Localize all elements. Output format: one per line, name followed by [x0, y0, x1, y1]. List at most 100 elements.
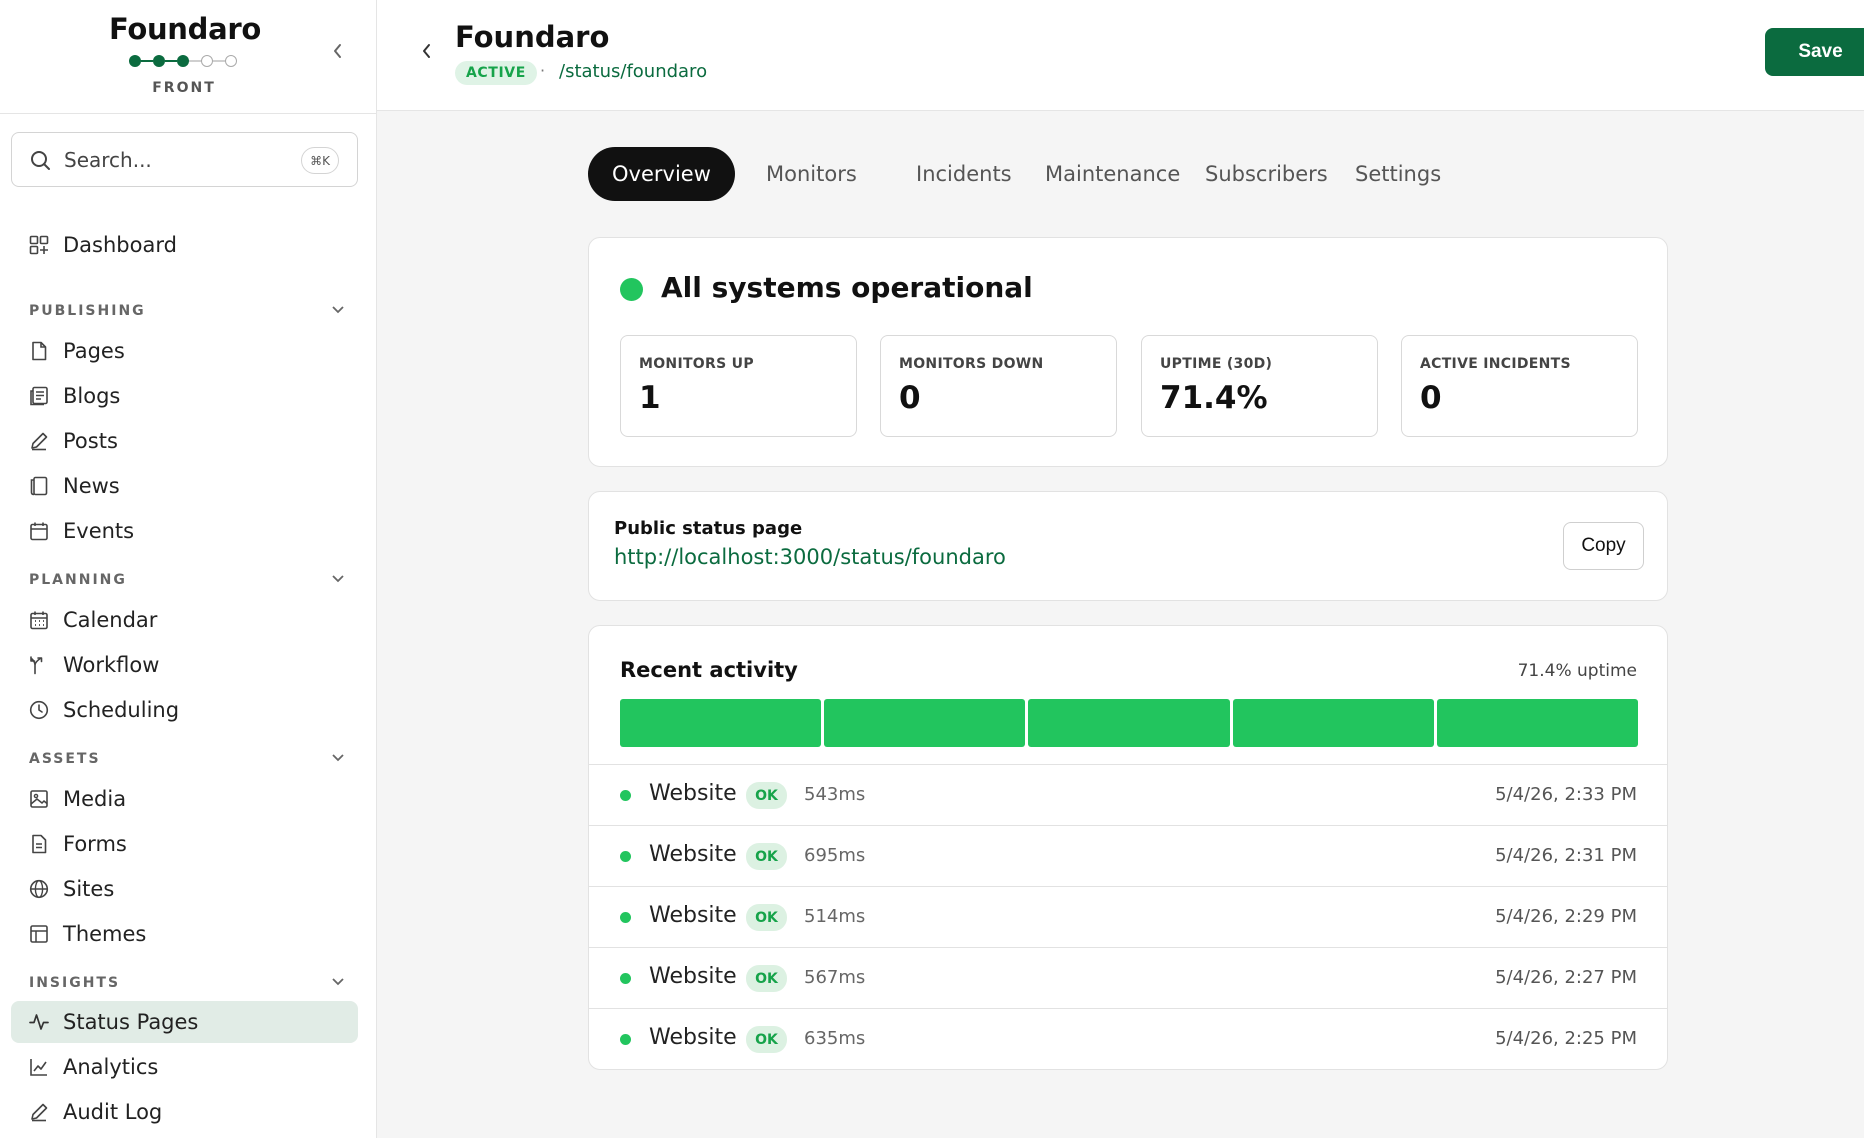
- chevron-down-icon: [332, 978, 344, 986]
- progress-dot: [177, 55, 189, 67]
- tab-monitors[interactable]: Monitors: [742, 147, 881, 201]
- page-title: Foundaro: [455, 20, 610, 54]
- tab-maintenance[interactable]: Maintenance: [1021, 147, 1204, 201]
- progress-line: [141, 60, 153, 62]
- monitor-name: Website: [649, 781, 737, 806]
- uptime-bar: [1028, 699, 1230, 747]
- latency: 543ms: [804, 784, 866, 805]
- latency: 514ms: [804, 906, 866, 927]
- progress-dot: [225, 55, 237, 67]
- recent-activity-card: Recent activity 71.4% uptime Website OK …: [588, 625, 1668, 1070]
- monitor-name: Website: [649, 903, 737, 928]
- activity-row[interactable]: Website OK 695ms 5/4/26, 2:31 PM: [589, 825, 1667, 886]
- chevron-left-icon: [334, 44, 341, 58]
- stat-monitors-down: MONITORS DOWN 0: [880, 335, 1117, 437]
- sidebar-item-forms[interactable]: Forms: [11, 823, 358, 865]
- latency: 695ms: [804, 845, 866, 866]
- section-header-publishing[interactable]: PUBLISHING: [29, 303, 345, 323]
- activity-row[interactable]: Website OK 635ms 5/4/26, 2:25 PM: [589, 1008, 1667, 1069]
- status-dot: [620, 1034, 631, 1045]
- section-title: PUBLISHING: [29, 303, 146, 319]
- activity-row[interactable]: Website OK 514ms 5/4/26, 2:29 PM: [589, 886, 1667, 947]
- save-button[interactable]: Save: [1765, 28, 1864, 76]
- breadcrumb-separator: ·: [540, 61, 546, 80]
- sidebar-item-label: Status Pages: [63, 1010, 199, 1034]
- sidebar-item-pages[interactable]: Pages: [11, 330, 358, 372]
- collapse-sidebar-button[interactable]: [327, 40, 349, 62]
- latency: 567ms: [804, 967, 866, 988]
- stat-label: MONITORS UP: [639, 356, 754, 372]
- activity-row[interactable]: Website OK 543ms 5/4/26, 2:33 PM: [589, 764, 1667, 825]
- pen-icon: [29, 1102, 49, 1122]
- pen-icon: [29, 431, 49, 451]
- monitor-name: Website: [649, 1025, 737, 1050]
- stat-label: MONITORS DOWN: [899, 356, 1044, 372]
- recent-activity-title: Recent activity: [620, 658, 798, 682]
- sidebar-item-posts[interactable]: Posts: [11, 420, 358, 462]
- tab-overview[interactable]: Overview: [588, 147, 735, 201]
- search-shortcut-badge: ⌘K: [301, 147, 339, 174]
- sidebar: Foundaro FRONT Search... ⌘K Dashboard PU…: [0, 0, 377, 1138]
- chevron-down-icon: [332, 754, 344, 762]
- sidebar-item-themes[interactable]: Themes: [11, 913, 358, 955]
- search-icon: [31, 151, 50, 170]
- sidebar-item-dashboard[interactable]: Dashboard: [11, 224, 358, 266]
- sidebar-item-workflow[interactable]: Workflow: [11, 644, 358, 686]
- uptime-bar: [1233, 699, 1434, 747]
- progress-line: [213, 60, 225, 62]
- stat-value: 71.4%: [1160, 380, 1268, 416]
- globe-icon: [29, 879, 49, 899]
- tab-settings[interactable]: Settings: [1331, 147, 1465, 201]
- image-icon: [29, 789, 49, 809]
- search-placeholder: Search...: [64, 148, 152, 172]
- chevron-down-icon: [332, 306, 344, 314]
- copy-url-button[interactable]: Copy: [1563, 522, 1644, 570]
- sidebar-item-audit-log[interactable]: Audit Log: [11, 1091, 358, 1133]
- brand-name: Foundaro: [108, 12, 261, 46]
- sidebar-item-events[interactable]: Events: [11, 510, 358, 552]
- status-badge: OK: [746, 782, 787, 809]
- public-page-label: Public status page: [614, 518, 803, 539]
- sidebar-item-label: Calendar: [63, 608, 158, 632]
- timestamp: 5/4/26, 2:27 PM: [1495, 967, 1637, 988]
- sidebar-item-blogs[interactable]: Blogs: [11, 375, 358, 417]
- stat-uptime: UPTIME (30D) 71.4%: [1141, 335, 1378, 437]
- section-title: ASSETS: [29, 751, 101, 767]
- timestamp: 5/4/26, 2:29 PM: [1495, 906, 1637, 927]
- stat-label: ACTIVE INCIDENTS: [1420, 356, 1571, 372]
- sidebar-item-status-pages[interactable]: Status Pages: [11, 1001, 358, 1043]
- timestamp: 5/4/26, 2:31 PM: [1495, 845, 1637, 866]
- status-dot: [620, 973, 631, 984]
- search-input[interactable]: Search... ⌘K: [11, 132, 358, 187]
- sidebar-item-sites[interactable]: Sites: [11, 868, 358, 910]
- tab-incidents[interactable]: Incidents: [892, 147, 1036, 201]
- progress-line: [165, 60, 177, 62]
- tab-subscribers[interactable]: Subscribers: [1181, 147, 1352, 201]
- stat-value: 0: [899, 380, 921, 416]
- public-page-link[interactable]: http://localhost:3000/status/foundaro: [614, 545, 1006, 569]
- sidebar-item-calendar[interactable]: Calendar: [11, 599, 358, 641]
- status-badge: OK: [746, 904, 787, 931]
- sidebar-item-analytics[interactable]: Analytics: [11, 1046, 358, 1088]
- page-icon: [29, 341, 49, 361]
- sidebar-item-news[interactable]: News: [11, 465, 358, 507]
- sidebar-item-label: Workflow: [63, 653, 160, 677]
- activity-row[interactable]: Website OK 567ms 5/4/26, 2:27 PM: [589, 947, 1667, 1008]
- uptime-bars: [620, 699, 1638, 747]
- monitor-name: Website: [649, 842, 737, 867]
- chevron-down-icon: [332, 575, 344, 583]
- sidebar-item-media[interactable]: Media: [11, 778, 358, 820]
- stat-monitors-up: MONITORS UP 1: [620, 335, 857, 437]
- status-dot: [620, 851, 631, 862]
- status-page-path: /status/foundaro: [559, 61, 708, 82]
- section-header-planning[interactable]: PLANNING: [29, 572, 345, 592]
- sidebar-item-label: Themes: [63, 922, 147, 946]
- back-button[interactable]: [416, 40, 438, 62]
- section-header-assets[interactable]: ASSETS: [29, 751, 345, 771]
- sidebar-item-scheduling[interactable]: Scheduling: [11, 689, 358, 731]
- clock-icon: [29, 700, 49, 720]
- status-badge: OK: [746, 965, 787, 992]
- system-status-card: All systems operational MONITORS UP 1 MO…: [588, 237, 1668, 467]
- section-header-insights[interactable]: INSIGHTS: [29, 975, 345, 995]
- sidebar-item-label: Events: [63, 519, 135, 543]
